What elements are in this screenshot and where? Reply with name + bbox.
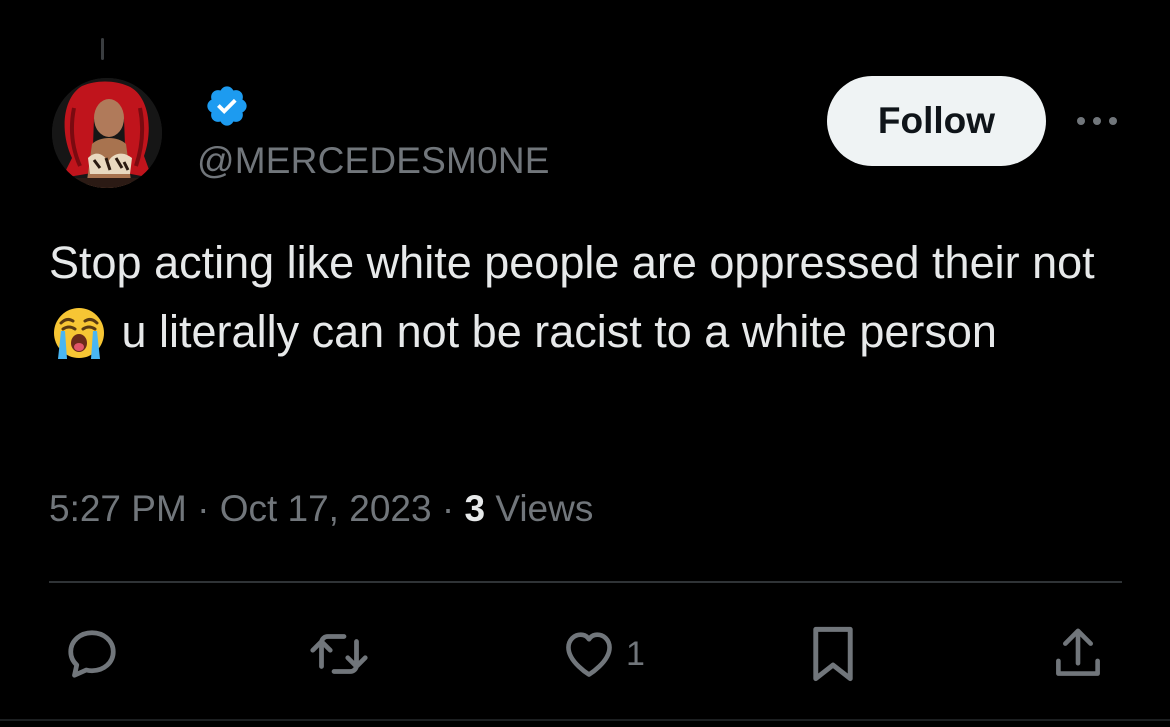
avatar-image: [52, 78, 162, 188]
share-button[interactable]: [1050, 622, 1106, 686]
views-label: Views: [495, 488, 594, 529]
bookmark-button[interactable]: [808, 622, 858, 686]
reply-icon: [68, 630, 116, 678]
views-count: 3: [464, 488, 486, 529]
divider: [49, 581, 1122, 583]
tweet-text-part-1: Stop acting like white people are oppres…: [49, 237, 1108, 288]
more-options-icon[interactable]: [1072, 103, 1122, 139]
retweet-button[interactable]: [306, 622, 372, 686]
verified-badge-icon: [204, 83, 250, 129]
tweet-time[interactable]: 5:27 PM: [49, 488, 187, 529]
tweet-date[interactable]: Oct 17, 2023: [220, 488, 432, 529]
user-handle[interactable]: @MERCEDESM0NE: [197, 138, 550, 184]
like-icon: [566, 632, 612, 677]
avatar[interactable]: [52, 78, 162, 188]
bookmark-icon: [813, 626, 853, 682]
tweet-text-part-2: u literally can not be racist to a white…: [109, 306, 997, 357]
retweet-icon: [310, 634, 368, 674]
like-button[interactable]: 1: [560, 622, 645, 686]
loudly-crying-face-emoji: [51, 305, 107, 361]
follow-button[interactable]: Follow: [827, 76, 1046, 166]
tweet-text: Stop acting like white people are oppres…: [49, 228, 1139, 366]
bottom-divider: [0, 719, 1170, 721]
tweet-metadata: 5:27 PM · Oct 17, 2023 · 3 Views: [49, 484, 593, 534]
thread-connector-line: [101, 38, 104, 60]
meta-separator: ·: [197, 488, 210, 529]
share-icon: [1056, 628, 1100, 676]
like-count: 1: [626, 634, 645, 673]
meta-separator: ·: [441, 488, 455, 529]
reply-button[interactable]: [62, 622, 122, 686]
